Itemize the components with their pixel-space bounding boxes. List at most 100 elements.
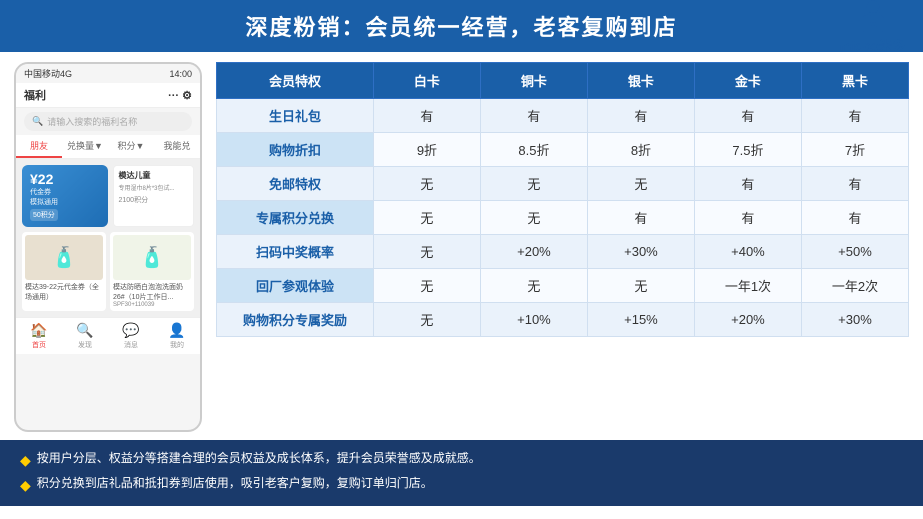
table-value-cell: +30% [801, 303, 908, 337]
table-value-cell: 9折 [373, 133, 480, 167]
phone-bottom-home[interactable]: 🏠 首页 [16, 322, 62, 350]
logo-icon [855, 0, 891, 34]
th-feature: 会员特权 [217, 63, 374, 99]
table-body: 生日礼包有有有有有购物折扣9折8.5折8折7.5折7折免邮特权无无无有有专属积分… [217, 99, 909, 337]
phone-time: 14:00 [169, 69, 192, 79]
page-title: 深度粉销：会员统一经营，老客复购到店 [245, 15, 677, 40]
footer: ◆ 按用户分层、权益分等搭建合理的会员权益及成长体系，提升会员荣誉感及成就感。 … [0, 440, 923, 506]
coupon2-points: 2100积分 [119, 195, 189, 205]
product1-label: 模达39-22元代金券（全场通用） [25, 282, 103, 302]
coupon-amount: ¥22 [30, 171, 100, 187]
table-value-cell: +20% [480, 235, 587, 269]
table-value-cell: 8.5折 [480, 133, 587, 167]
table-value-cell: 无 [587, 167, 694, 201]
phone-nav-icons: ··· ⚙ [168, 89, 192, 102]
table-row: 生日礼包有有有有有 [217, 99, 909, 133]
phone-tab-mine[interactable]: 我能兑 [154, 135, 200, 158]
phone-product-2: 🧴 模达防晒白泡泡洗面奶26#（10片工作日... SPF30+110039 [110, 232, 194, 311]
table-value-cell: 有 [694, 201, 801, 235]
table-feature-cell: 免邮特权 [217, 167, 374, 201]
table-value-cell: 有 [587, 99, 694, 133]
th-black: 黑卡 [801, 63, 908, 99]
table-feature-cell: 购物积分专属奖励 [217, 303, 374, 337]
page-header: 深度粉销：会员统一经营，老客复购到店 midoo米多 [0, 0, 923, 52]
table-value-cell: +10% [480, 303, 587, 337]
table-feature-cell: 回厂参观体验 [217, 269, 374, 303]
coupon-label: 代金券 [30, 187, 100, 197]
table-value-cell: +40% [694, 235, 801, 269]
table-value-cell: 一年1次 [694, 269, 801, 303]
table-value-cell: 有 [801, 201, 908, 235]
phone-bottom-mine[interactable]: 👤 我的 [154, 322, 200, 350]
table-row: 扫码中奖概率无+20%+30%+40%+50% [217, 235, 909, 269]
main-content: 中国移动4G 14:00 福利 ··· ⚙ 🔍 请输入搜索的福利名称 朋友 兑换… [0, 52, 923, 432]
coupon2-title: 模达儿童 [119, 170, 189, 181]
table-row: 专属积分兑换无无有有有 [217, 201, 909, 235]
phone-carrier: 中国移动4G [24, 67, 72, 80]
phone-status-bar: 中国移动4G 14:00 [16, 64, 200, 83]
phone-bottom-message[interactable]: 💬 消息 [108, 322, 154, 350]
phone-product-grid: 🧴 模达39-22元代金券（全场通用） 🧴 模达防晒白泡泡洗面奶26#（10片工… [22, 232, 194, 311]
th-gold: 金卡 [694, 63, 801, 99]
table-value-cell: 有 [480, 99, 587, 133]
footer-bullet-1: ◆ [20, 448, 31, 473]
footer-bullet-2: ◆ [20, 473, 31, 498]
table-value-cell: +30% [587, 235, 694, 269]
logo-text: midoo米多 [840, 36, 905, 55]
home-label: 首页 [32, 340, 46, 350]
table-area: 会员特权 白卡 铜卡 银卡 金卡 黑卡 生日礼包有有有有有购物折扣9折8.5折8… [216, 62, 909, 432]
th-silver: 银卡 [587, 63, 694, 99]
table-value-cell: 有 [694, 99, 801, 133]
member-table: 会员特权 白卡 铜卡 银卡 金卡 黑卡 生日礼包有有有有有购物折扣9折8.5折8… [216, 62, 909, 337]
coupon-points: 50积分 [30, 209, 58, 221]
phone-coupon-2: 模达儿童 专用湿巾8片*3包试... 2100积分 [113, 165, 195, 227]
footer-text-1: 按用户分层、权益分等搭建合理的会员权益及成长体系，提升会员荣誉感及成就感。 [37, 448, 481, 470]
product1-image: 🧴 [25, 235, 103, 280]
table-value-cell: 无 [373, 303, 480, 337]
th-bronze: 铜卡 [480, 63, 587, 99]
phone-bottom-discover[interactable]: 🔍 发现 [62, 322, 108, 350]
table-row: 免邮特权无无无有有 [217, 167, 909, 201]
table-row: 回厂参观体验无无无一年1次一年2次 [217, 269, 909, 303]
footer-text-2: 积分兑换到店礼品和抵扣券到店使用，吸引老客户复购，复购订单归门店。 [37, 473, 433, 495]
phone-product-1: 🧴 模达39-22元代金券（全场通用） [22, 232, 106, 311]
phone-tab-exchange[interactable]: 兑换量▼ [62, 135, 108, 158]
product2-image: 🧴 [113, 235, 191, 280]
footer-line-1: ◆ 按用户分层、权益分等搭建合理的会员权益及成长体系，提升会员荣誉感及成就感。 [20, 448, 903, 473]
phone-tab-friends[interactable]: 朋友 [16, 135, 62, 158]
table-feature-cell: 扫码中奖概率 [217, 235, 374, 269]
table-feature-cell: 购物折扣 [217, 133, 374, 167]
table-value-cell: 无 [373, 201, 480, 235]
table-value-cell: 有 [694, 167, 801, 201]
table-value-cell: +15% [587, 303, 694, 337]
table-value-cell: 7.5折 [694, 133, 801, 167]
table-value-cell: 无 [373, 269, 480, 303]
th-white: 白卡 [373, 63, 480, 99]
table-value-cell: 有 [801, 99, 908, 133]
coupon2-sub: 专用湿巾8片*3包试... [119, 183, 189, 192]
mine-icon: 👤 [168, 322, 185, 339]
logo-area: midoo米多 [840, 0, 905, 55]
table-value-cell: 无 [480, 269, 587, 303]
search-icon: 🔍 [32, 116, 43, 127]
table-value-cell: +50% [801, 235, 908, 269]
table-value-cell: +20% [694, 303, 801, 337]
phone-search-inner[interactable]: 🔍 请输入搜索的福利名称 [24, 112, 192, 131]
phone-nav-title: 福利 [24, 87, 46, 103]
discover-icon: 🔍 [76, 322, 93, 339]
phone-search-bar: 🔍 请输入搜索的福利名称 [16, 108, 200, 135]
table-value-cell: 有 [801, 167, 908, 201]
phone-tab-points[interactable]: 积分▼ [108, 135, 154, 158]
discover-label: 发现 [78, 340, 92, 350]
table-header-row: 会员特权 白卡 铜卡 银卡 金卡 黑卡 [217, 63, 909, 99]
phone-bottom-bar: 🏠 首页 🔍 发现 💬 消息 👤 我的 [16, 317, 200, 354]
table-value-cell: 无 [373, 235, 480, 269]
table-value-cell: 一年2次 [801, 269, 908, 303]
phone-nav-bar: 福利 ··· ⚙ [16, 83, 200, 108]
phone-mockup: 中国移动4G 14:00 福利 ··· ⚙ 🔍 请输入搜索的福利名称 朋友 兑换… [14, 62, 202, 432]
footer-line-2: ◆ 积分兑换到店礼品和抵扣券到店使用，吸引老客户复购，复购订单归门店。 [20, 473, 903, 498]
table-value-cell: 有 [373, 99, 480, 133]
table-value-cell: 8折 [587, 133, 694, 167]
table-value-cell: 无 [480, 167, 587, 201]
search-placeholder: 请输入搜索的福利名称 [47, 115, 137, 128]
